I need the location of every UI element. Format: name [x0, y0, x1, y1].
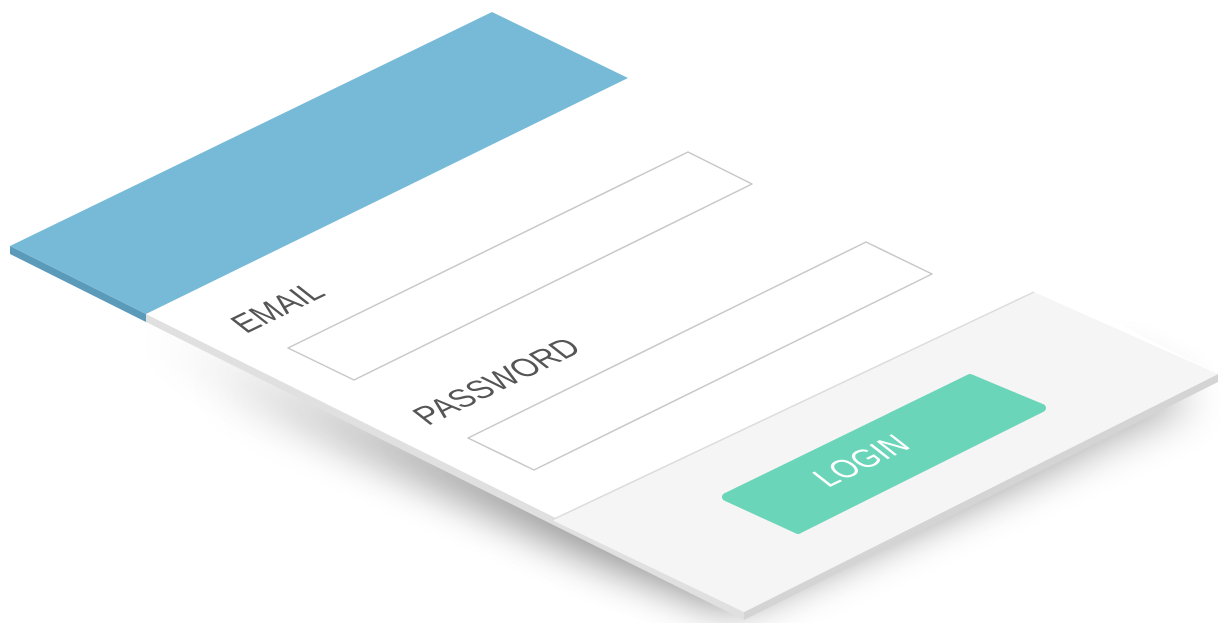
login-card: EMAIL PASSWORD LOGIN: [10, 12, 1218, 620]
login-card-scene: EMAIL PASSWORD LOGIN: [0, 0, 1220, 623]
